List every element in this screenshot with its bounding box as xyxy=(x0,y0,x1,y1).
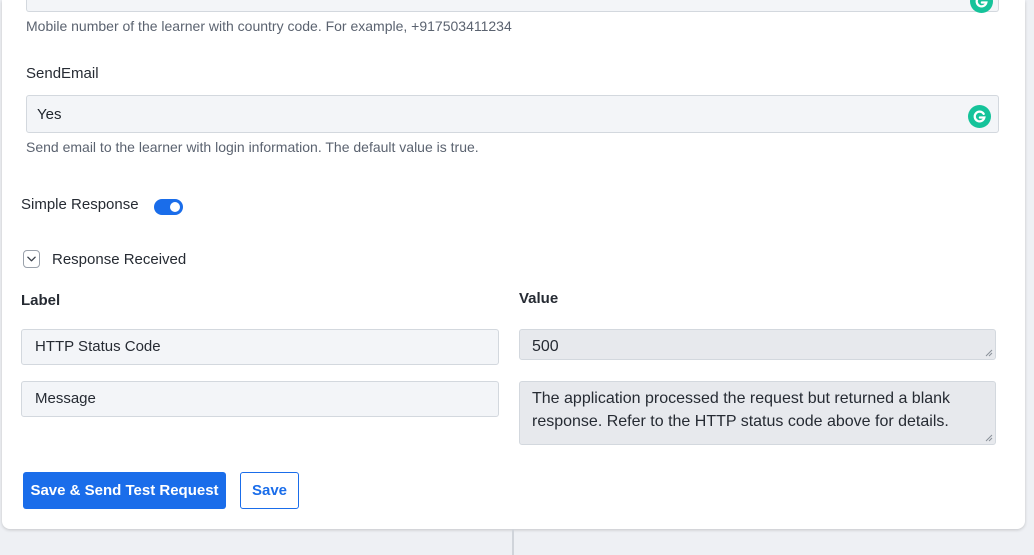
save-button[interactable]: Save xyxy=(240,472,299,509)
response-label-text: Message xyxy=(35,390,96,407)
toggle-knob xyxy=(170,202,180,212)
flow-connector-line xyxy=(512,529,514,555)
send-email-label: SendEmail xyxy=(26,65,99,82)
simple-response-label: Simple Response xyxy=(21,196,139,213)
grammarly-icon[interactable] xyxy=(968,105,991,128)
save-and-send-test-request-button[interactable]: Save & Send Test Request xyxy=(23,472,226,509)
response-received-expand-button[interactable] xyxy=(23,250,40,268)
send-email-input[interactable]: Yes xyxy=(26,95,999,133)
resize-handle-icon[interactable] xyxy=(985,349,993,357)
mobile-number-input[interactable] xyxy=(26,0,999,12)
send-email-help: Send email to the learner with login inf… xyxy=(26,139,479,155)
response-value-text: The application processed the request bu… xyxy=(532,390,951,430)
send-email-value: Yes xyxy=(37,106,62,123)
response-label-cell[interactable]: HTTP Status Code xyxy=(21,329,499,365)
chevron-down-icon xyxy=(27,256,36,262)
resize-handle-icon[interactable] xyxy=(985,434,993,442)
response-received-title: Response Received xyxy=(52,251,187,268)
response-value-cell[interactable]: 500 xyxy=(519,329,996,360)
value-column-header: Value xyxy=(519,290,559,307)
response-value-cell[interactable]: The application processed the request bu… xyxy=(519,381,996,445)
label-column-header: Label xyxy=(21,292,61,309)
response-value-text: 500 xyxy=(532,338,559,355)
response-label-text: HTTP Status Code xyxy=(35,338,161,355)
response-label-cell[interactable]: Message xyxy=(21,381,499,417)
form-card: Mobile number of the learner with countr… xyxy=(2,0,1025,529)
simple-response-toggle[interactable] xyxy=(154,199,183,215)
mobile-number-help: Mobile number of the learner with countr… xyxy=(26,18,512,34)
